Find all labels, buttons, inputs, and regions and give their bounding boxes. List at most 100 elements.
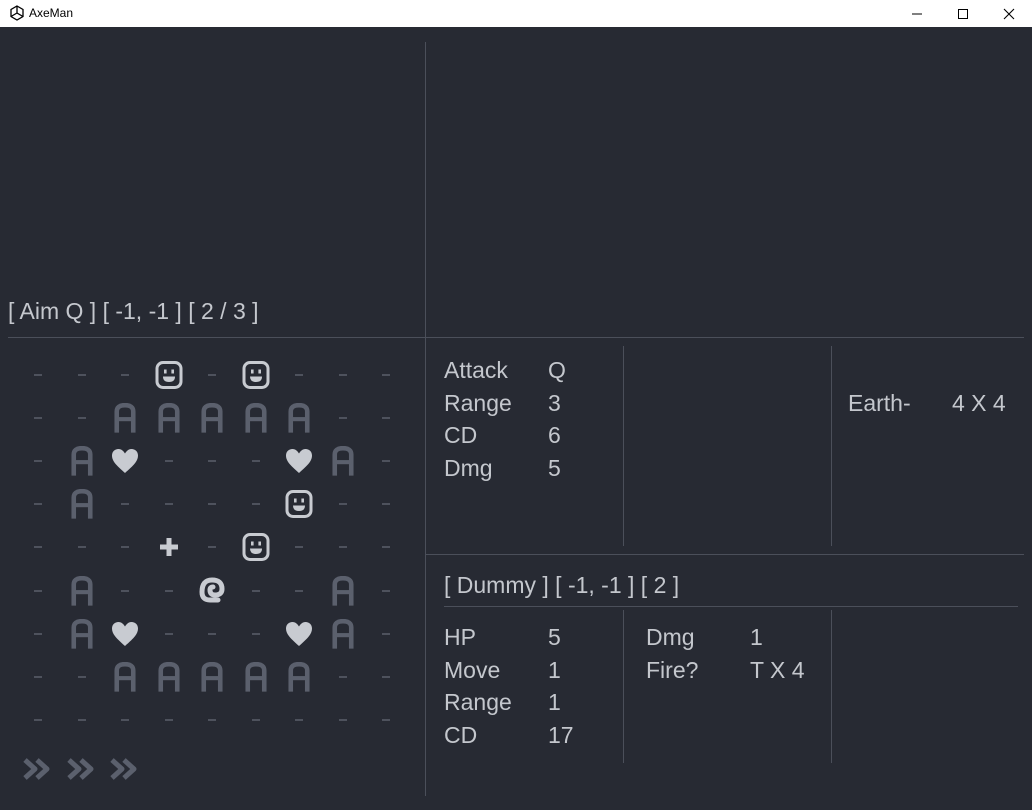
floor-tile[interactable] xyxy=(16,483,60,526)
game-viewport[interactable]: [ Aim Q ] [ -1, -1 ] [ 2 / 3 ] Attack Q … xyxy=(0,27,1032,810)
floor-tile[interactable] xyxy=(103,526,147,569)
maximize-button[interactable] xyxy=(940,0,986,27)
floor-tile[interactable] xyxy=(234,699,278,742)
floor-tile[interactable] xyxy=(364,439,408,482)
wall-tile[interactable] xyxy=(190,396,234,439)
floor-tile[interactable] xyxy=(321,699,365,742)
floor-tile[interactable] xyxy=(364,353,408,396)
plus-tile[interactable] xyxy=(147,526,191,569)
wall-tile[interactable] xyxy=(60,612,104,655)
minimize-button[interactable] xyxy=(894,0,940,27)
floor-tile[interactable] xyxy=(321,396,365,439)
face-tile[interactable] xyxy=(277,483,321,526)
wall-tile[interactable] xyxy=(277,655,321,698)
heart-tile[interactable] xyxy=(277,612,321,655)
floor-tile[interactable] xyxy=(103,483,147,526)
wall-icon xyxy=(331,445,354,476)
floor-marker xyxy=(251,589,260,592)
floor-tile[interactable] xyxy=(60,396,104,439)
floor-tile[interactable] xyxy=(103,699,147,742)
wall-tile[interactable] xyxy=(60,569,104,612)
heart-tile[interactable] xyxy=(103,612,147,655)
target-label-range: Range xyxy=(444,689,512,715)
face-tile[interactable] xyxy=(234,526,278,569)
wall-tile[interactable] xyxy=(321,569,365,612)
floor-marker xyxy=(382,459,390,462)
floor-tile[interactable] xyxy=(16,699,60,742)
floor-tile[interactable] xyxy=(147,699,191,742)
wall-tile[interactable] xyxy=(234,655,278,698)
floor-marker xyxy=(382,719,390,722)
wall-tile[interactable] xyxy=(147,396,191,439)
face-tile[interactable] xyxy=(147,353,191,396)
skill-label-dmg: Dmg xyxy=(444,455,493,481)
floor-tile[interactable] xyxy=(60,353,104,396)
minimize-icon xyxy=(912,13,922,14)
floor-tile[interactable] xyxy=(321,483,365,526)
floor-tile[interactable] xyxy=(103,353,147,396)
floor-marker xyxy=(251,632,260,635)
wall-tile[interactable] xyxy=(321,612,365,655)
wall-tile[interactable] xyxy=(277,396,321,439)
floor-tile[interactable] xyxy=(190,483,234,526)
wall-tile[interactable] xyxy=(103,655,147,698)
floor-marker xyxy=(34,503,42,506)
player-tile[interactable] xyxy=(190,569,234,612)
floor-tile[interactable] xyxy=(364,569,408,612)
heart-tile[interactable] xyxy=(277,439,321,482)
floor-tile[interactable] xyxy=(277,569,321,612)
floor-tile[interactable] xyxy=(16,526,60,569)
floor-tile[interactable] xyxy=(364,526,408,569)
wall-tile[interactable] xyxy=(103,396,147,439)
close-button[interactable] xyxy=(986,0,1032,27)
floor-tile[interactable] xyxy=(16,396,60,439)
floor-tile[interactable] xyxy=(234,612,278,655)
floor-tile[interactable] xyxy=(190,353,234,396)
wall-tile[interactable] xyxy=(321,439,365,482)
floor-tile[interactable] xyxy=(16,439,60,482)
floor-marker xyxy=(338,416,347,419)
floor-tile[interactable] xyxy=(364,612,408,655)
floor-tile[interactable] xyxy=(364,483,408,526)
floor-tile[interactable] xyxy=(190,612,234,655)
heart-tile[interactable] xyxy=(103,439,147,482)
floor-tile[interactable] xyxy=(147,612,191,655)
floor-tile[interactable] xyxy=(147,483,191,526)
floor-tile[interactable] xyxy=(234,439,278,482)
floor-tile[interactable] xyxy=(190,526,234,569)
floor-tile[interactable] xyxy=(321,655,365,698)
floor-tile[interactable] xyxy=(190,699,234,742)
floor-tile[interactable] xyxy=(147,569,191,612)
floor-marker xyxy=(121,589,129,592)
floor-tile[interactable] xyxy=(364,655,408,698)
floor-marker xyxy=(295,719,303,722)
floor-tile[interactable] xyxy=(16,569,60,612)
wall-tile[interactable] xyxy=(60,483,104,526)
floor-tile[interactable] xyxy=(103,569,147,612)
floor-tile[interactable] xyxy=(190,439,234,482)
floor-tile[interactable] xyxy=(60,699,104,742)
floor-tile[interactable] xyxy=(277,699,321,742)
floor-tile[interactable] xyxy=(16,655,60,698)
wall-tile[interactable] xyxy=(234,396,278,439)
floor-tile[interactable] xyxy=(60,655,104,698)
face-tile[interactable] xyxy=(234,353,278,396)
heart-icon xyxy=(112,621,138,646)
wall-icon xyxy=(70,445,93,476)
floor-tile[interactable] xyxy=(16,353,60,396)
floor-tile[interactable] xyxy=(234,483,278,526)
floor-tile[interactable] xyxy=(60,526,104,569)
floor-tile[interactable] xyxy=(277,353,321,396)
wall-tile[interactable] xyxy=(60,439,104,482)
wall-tile[interactable] xyxy=(147,655,191,698)
wall-tile[interactable] xyxy=(190,655,234,698)
floor-tile[interactable] xyxy=(321,353,365,396)
main-vertical-divider xyxy=(425,42,426,796)
floor-tile[interactable] xyxy=(277,526,321,569)
floor-tile[interactable] xyxy=(16,612,60,655)
floor-tile[interactable] xyxy=(147,439,191,482)
floor-tile[interactable] xyxy=(321,526,365,569)
floor-tile[interactable] xyxy=(234,569,278,612)
floor-tile[interactable] xyxy=(364,396,408,439)
floor-tile[interactable] xyxy=(364,699,408,742)
